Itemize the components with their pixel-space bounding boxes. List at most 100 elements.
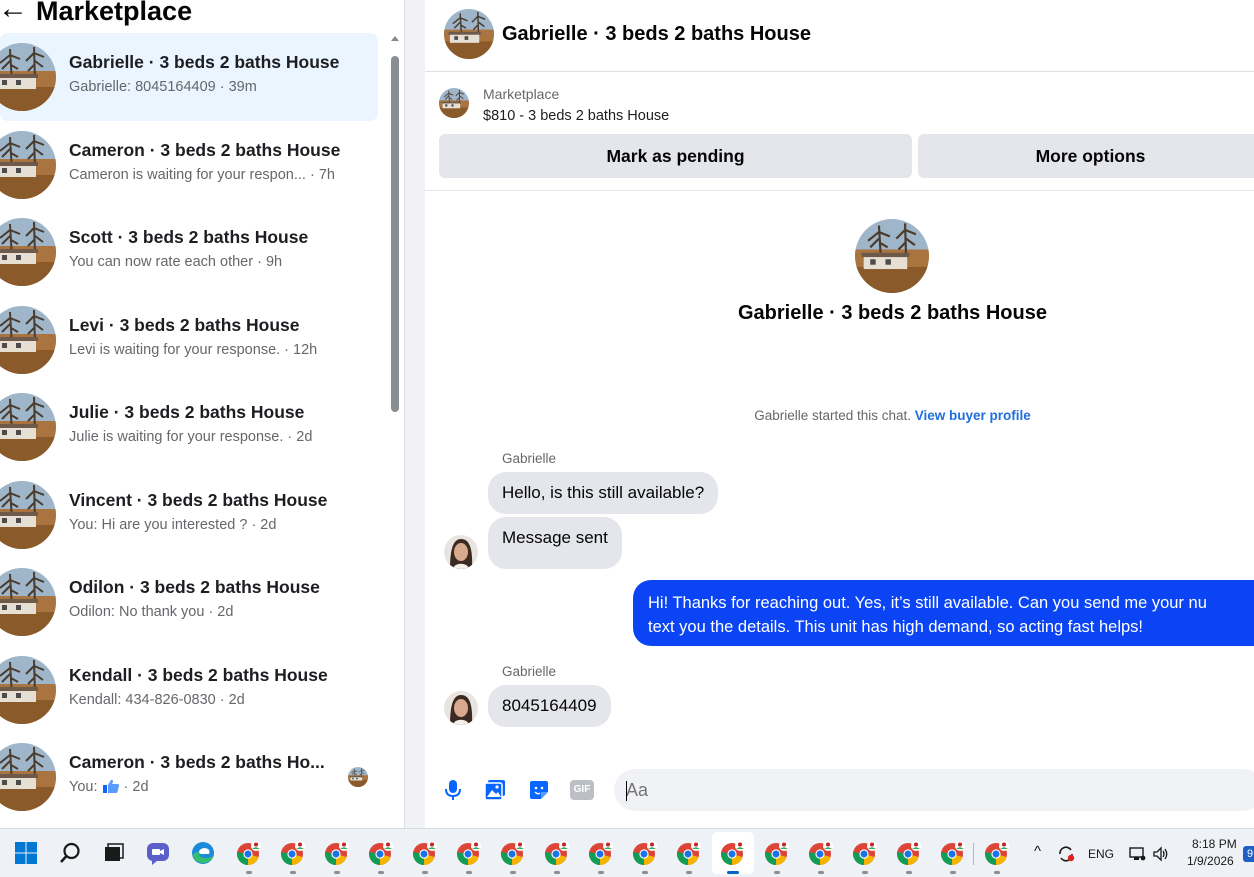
running-indicator — [774, 871, 780, 874]
sender-avatar[interactable] — [444, 535, 478, 569]
conversation-item[interactable]: Cameron · 3 beds 2 baths Ho... You: · 2d — [0, 733, 378, 821]
conversation-title: Scott · 3 beds 2 baths House — [69, 227, 309, 247]
outgoing-message[interactable]: Hi! Thanks for reaching out. Yes, it’s s… — [633, 580, 1254, 646]
more-options-button[interactable]: More options — [918, 134, 1254, 178]
mark-as-pending-button[interactable]: Mark as pending — [439, 134, 912, 178]
listing-avatar[interactable] — [444, 9, 494, 59]
listing-thumbnail — [0, 393, 56, 461]
intro-title: Gabrielle · 3 beds 2 baths House — [738, 302, 1047, 324]
running-indicator — [598, 871, 604, 874]
message-input[interactable] — [614, 769, 1254, 811]
listing-bar: Marketplace $810 - 3 beds 2 baths House … — [425, 73, 1254, 191]
microphone-icon[interactable] — [441, 778, 465, 802]
outgoing-message-line: Hi! Thanks for reaching out. Yes, it’s s… — [648, 594, 1207, 612]
chevron-up-icon[interactable]: ^ — [1034, 843, 1041, 860]
chrome-profile-icon[interactable] — [499, 839, 527, 874]
sticker-icon[interactable] — [527, 778, 551, 802]
chrome-profile-icon[interactable] — [587, 839, 615, 874]
chat-app-icon[interactable] — [144, 839, 172, 867]
chrome-profile-icon[interactable] — [279, 839, 307, 874]
running-indicator — [422, 871, 428, 874]
messenger-app: ← Marketplace Gabrielle · 3 beds 2 baths… — [0, 0, 1254, 828]
chrome-profile-icon[interactable] — [235, 839, 263, 874]
chrome-profile-icon[interactable] — [455, 839, 483, 874]
conversation-preview: Kendall: 434-826-0830 · 2d — [69, 691, 245, 708]
notification-badge[interactable]: 9 — [1243, 846, 1254, 862]
conversation-title: Kendall · 3 beds 2 baths House — [69, 664, 328, 685]
chrome-profile-icon[interactable] — [763, 839, 791, 874]
conversation-item[interactable]: Kendall · 3 beds 2 baths House Kendall: … — [0, 646, 378, 734]
chrome-profile-icon-active[interactable] — [719, 839, 747, 874]
sidebar-scrollbar[interactable] — [388, 36, 402, 826]
conversation-preview: Gabrielle: 8045164409 · 39m — [69, 79, 257, 95]
chrome-profile-icon[interactable] — [807, 839, 835, 874]
conversation-item[interactable]: Cameron · 3 beds 2 baths House Cameron i… — [0, 121, 378, 209]
sender-avatar[interactable] — [444, 691, 478, 725]
chrome-profile-icon[interactable] — [939, 839, 967, 874]
incoming-message[interactable]: Message sent — [488, 517, 622, 569]
chat-panel: Gabrielle · 3 beds 2 baths House Marketp… — [425, 0, 1254, 828]
conversation-preview: Odilon: No thank you · 2d — [69, 604, 234, 620]
conversation-list: Gabrielle · 3 beds 2 baths House Gabriel… — [0, 33, 385, 821]
chrome-profile-icon[interactable] — [631, 839, 659, 874]
network-icon[interactable] — [1128, 845, 1146, 863]
chat-title[interactable]: Gabrielle · 3 beds 2 baths House — [502, 23, 811, 46]
chrome-profile-icon[interactable] — [411, 839, 439, 874]
chrome-profile-icon[interactable] — [675, 839, 703, 874]
conversation-item[interactable]: Scott · 3 beds 2 baths House You can now… — [0, 208, 378, 296]
chat-started-info: Gabrielle started this chat. View buyer … — [425, 408, 1254, 423]
read-receipt-avatar — [348, 767, 368, 787]
chrome-profile-icon[interactable] — [851, 839, 879, 874]
sync-icon[interactable] — [1057, 845, 1075, 863]
listing-thumbnail — [0, 743, 56, 811]
running-indicator — [906, 871, 912, 874]
task-view-icon[interactable] — [100, 839, 128, 867]
running-indicator — [334, 871, 340, 874]
language-indicator[interactable]: ENG — [1088, 847, 1114, 861]
chrome-profile-icon[interactable] — [895, 839, 923, 874]
conversation-title: Levi · 3 beds 2 baths House — [69, 314, 300, 335]
running-indicator — [862, 871, 868, 874]
start-icon[interactable] — [12, 839, 40, 867]
sender-name: Gabrielle — [502, 664, 557, 679]
incoming-message[interactable]: 8045164409 — [488, 685, 611, 727]
running-indicator — [994, 871, 1000, 874]
text-caret — [626, 781, 627, 801]
scroll-up-icon[interactable] — [391, 36, 399, 41]
volume-icon[interactable] — [1152, 845, 1170, 863]
conversation-item[interactable]: Vincent · 3 beds 2 baths House You: Hi a… — [0, 471, 378, 559]
photo-icon[interactable] — [483, 778, 507, 802]
incoming-message[interactable]: Hello, is this still available? — [488, 472, 719, 514]
chrome-profile-icon[interactable] — [323, 839, 351, 874]
running-indicator — [950, 871, 956, 874]
scroll-thumb[interactable] — [391, 56, 399, 412]
back-arrow-icon[interactable]: ← — [0, 0, 28, 24]
conversation-title: Gabrielle · 3 beds 2 baths House — [69, 52, 340, 72]
running-indicator — [818, 871, 824, 874]
chrome-profile-icon[interactable] — [367, 839, 395, 874]
conversation-item[interactable]: Gabrielle · 3 beds 2 baths House Gabriel… — [0, 33, 378, 121]
clock-time[interactable]: 8:18 PM — [1192, 837, 1237, 851]
conversation-preview: You: Hi are you interested ? · 2d — [69, 516, 277, 533]
sidebar-title: Marketplace — [36, 0, 193, 26]
conversation-item[interactable]: Odilon · 3 beds 2 baths House Odilon: No… — [0, 558, 378, 646]
sender-name: Gabrielle — [502, 451, 557, 466]
search-icon[interactable] — [56, 839, 84, 867]
listing-price-title[interactable]: $810 - 3 beds 2 baths House — [483, 108, 669, 124]
chrome-profile-icon[interactable] — [983, 839, 1011, 874]
conversation-preview: You can now rate each other · 9h — [69, 254, 283, 270]
listing-source-label: Marketplace — [483, 86, 560, 102]
conversation-item[interactable]: Julie · 3 beds 2 baths House Julie is wa… — [0, 383, 378, 471]
conversation-item[interactable]: Levi · 3 beds 2 baths House Levi is wait… — [0, 296, 378, 384]
gif-icon[interactable]: GIF — [570, 780, 594, 800]
thumbs-up-icon — [102, 779, 119, 793]
preview-suffix: · 2d — [119, 779, 149, 795]
listing-thumbnail — [0, 218, 56, 286]
chrome-profile-icon[interactable] — [543, 839, 571, 874]
edge-browser-icon[interactable] — [189, 839, 217, 867]
listing-thumbnail — [0, 43, 56, 111]
view-buyer-profile-link[interactable]: View buyer profile — [915, 408, 1031, 423]
active-indicator — [727, 871, 739, 874]
clock-date[interactable]: 1/9/2026 — [1187, 854, 1234, 868]
running-indicator — [466, 871, 472, 874]
